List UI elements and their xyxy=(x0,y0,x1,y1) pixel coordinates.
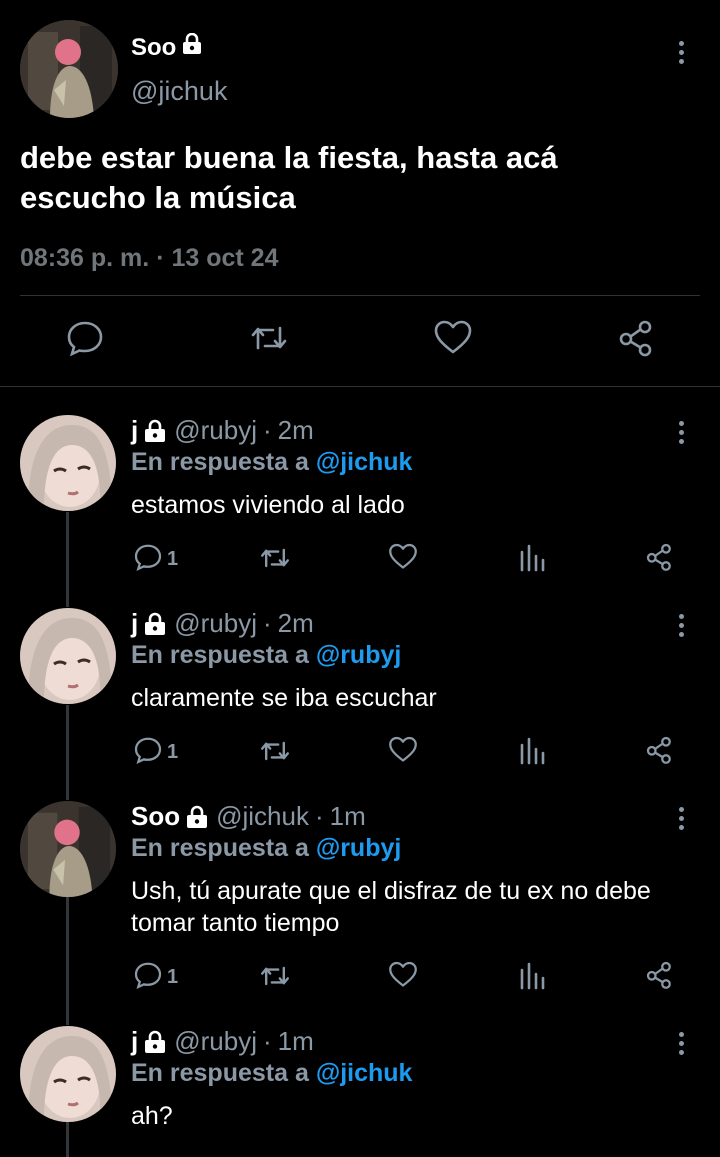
heart-icon[interactable] xyxy=(388,735,418,765)
reply-header: j @rubyj · 1m xyxy=(131,1026,314,1057)
author-name[interactable]: Soo xyxy=(131,801,180,832)
avatar[interactable] xyxy=(20,1026,116,1122)
lock-icon xyxy=(144,1030,166,1054)
share-icon[interactable] xyxy=(645,542,675,572)
mention-link[interactable]: @jichuk xyxy=(316,1059,413,1087)
reply-header: j @rubyj · 2m xyxy=(131,415,314,446)
reply-count: 1 xyxy=(167,741,179,763)
author-name[interactable]: j xyxy=(131,1026,138,1057)
reply-prefix: En respuesta a xyxy=(131,834,309,862)
share-icon[interactable] xyxy=(645,735,675,765)
reply-count: 1 xyxy=(167,966,179,988)
heart-icon[interactable] xyxy=(433,318,473,363)
reply-prefix: En respuesta a xyxy=(131,1059,309,1087)
comment-icon[interactable] xyxy=(65,318,105,363)
more-vertical-icon[interactable] xyxy=(677,614,685,637)
reply-count: 1 xyxy=(167,548,179,570)
author-name[interactable]: j xyxy=(131,415,138,446)
divider xyxy=(20,295,700,296)
share-icon[interactable] xyxy=(617,318,657,363)
lock-icon xyxy=(144,419,166,443)
meta-separator: · xyxy=(262,415,272,445)
comment-button[interactable]: 1 xyxy=(133,542,178,577)
more-vertical-icon[interactable] xyxy=(677,41,685,64)
author-handle[interactable]: @rubyj xyxy=(174,1026,257,1057)
reply-context: En respuesta a @rubyj xyxy=(131,834,401,863)
reply-context: En respuesta a @jichuk xyxy=(131,448,412,477)
meta-separator: · xyxy=(262,1026,272,1056)
reply-context: En respuesta a @rubyj xyxy=(131,641,401,670)
lock-icon xyxy=(144,612,166,636)
reply-text: claramente se iba escuchar xyxy=(131,684,437,712)
author-handle[interactable]: @jichuk xyxy=(216,801,309,832)
thread-line xyxy=(66,1122,69,1157)
retweet-icon[interactable] xyxy=(248,318,290,363)
divider xyxy=(0,386,720,387)
author-name[interactable]: j xyxy=(131,608,138,639)
tweet-timestamp[interactable]: 08:36 p. m. · 13 oct 24 xyxy=(20,244,278,273)
retweet-icon[interactable] xyxy=(258,542,292,574)
comment-button[interactable]: 1 xyxy=(133,735,178,770)
comment-icon xyxy=(133,960,163,995)
bar-chart-icon[interactable] xyxy=(518,542,546,572)
retweet-icon[interactable] xyxy=(258,735,292,767)
mention-link[interactable]: @rubyj xyxy=(316,641,402,669)
reply-time[interactable]: 1m xyxy=(278,1026,314,1057)
reply-text: Ush, tú apurate que el disfraz de tu ex … xyxy=(131,877,651,937)
meta-separator: · xyxy=(314,801,324,831)
lock-icon xyxy=(182,32,202,62)
tweet-time: 08:36 p. m. xyxy=(20,244,150,272)
comment-button[interactable]: 1 xyxy=(133,960,178,995)
reply-action-bar: 1 xyxy=(0,735,720,771)
reply-time[interactable]: 2m xyxy=(278,415,314,446)
share-icon[interactable] xyxy=(645,960,675,990)
mention-link[interactable]: @rubyj xyxy=(316,834,402,862)
bar-chart-icon[interactable] xyxy=(518,960,546,990)
reply-time[interactable]: 1m xyxy=(330,801,366,832)
main-author-name[interactable]: Soo xyxy=(131,32,202,62)
heart-icon[interactable] xyxy=(388,960,418,990)
heart-icon[interactable] xyxy=(388,542,418,572)
reply-text: ah? xyxy=(131,1102,173,1130)
comment-icon xyxy=(133,735,163,770)
meta-separator: · xyxy=(156,244,165,272)
reply-time[interactable]: 2m xyxy=(278,608,314,639)
reply-context: En respuesta a @jichuk xyxy=(131,1059,412,1088)
avatar[interactable] xyxy=(20,801,116,897)
reply-text: estamos viviendo al lado xyxy=(131,491,405,519)
tweet-text-line: escucho la música xyxy=(20,180,296,215)
reply-header: Soo @jichuk · 1m xyxy=(131,801,366,832)
avatar[interactable] xyxy=(20,20,118,118)
main-action-bar xyxy=(0,318,720,364)
tweet-text-line: debe estar buena la fiesta, hasta acá xyxy=(20,140,558,175)
bar-chart-icon[interactable] xyxy=(518,735,546,765)
reply-prefix: En respuesta a xyxy=(131,448,309,476)
comment-icon xyxy=(133,542,163,577)
author-handle[interactable]: @jichuk xyxy=(131,76,227,107)
tweet-thread-screen: Soo @jichuk debe estar buena la fiesta, … xyxy=(0,0,720,1157)
reply-prefix: En respuesta a xyxy=(131,641,309,669)
author-handle[interactable]: @rubyj xyxy=(174,608,257,639)
reply-action-bar: 1 xyxy=(0,542,720,578)
reply-header: j @rubyj · 2m xyxy=(131,608,314,639)
more-vertical-icon[interactable] xyxy=(677,807,685,830)
author-name[interactable]: Soo xyxy=(131,34,176,62)
author-handle[interactable]: @rubyj xyxy=(174,415,257,446)
avatar[interactable] xyxy=(20,608,116,704)
avatar[interactable] xyxy=(20,415,116,511)
more-vertical-icon[interactable] xyxy=(677,1032,685,1055)
tweet-date: 13 oct 24 xyxy=(171,244,279,272)
meta-separator: · xyxy=(262,608,272,638)
retweet-icon[interactable] xyxy=(258,960,292,992)
mention-link[interactable]: @jichuk xyxy=(316,448,413,476)
tweet-text: debe estar buena la fiesta, hasta acá es… xyxy=(20,138,660,218)
more-vertical-icon[interactable] xyxy=(677,421,685,444)
lock-icon xyxy=(186,805,208,829)
reply-action-bar: 1 xyxy=(0,960,720,996)
